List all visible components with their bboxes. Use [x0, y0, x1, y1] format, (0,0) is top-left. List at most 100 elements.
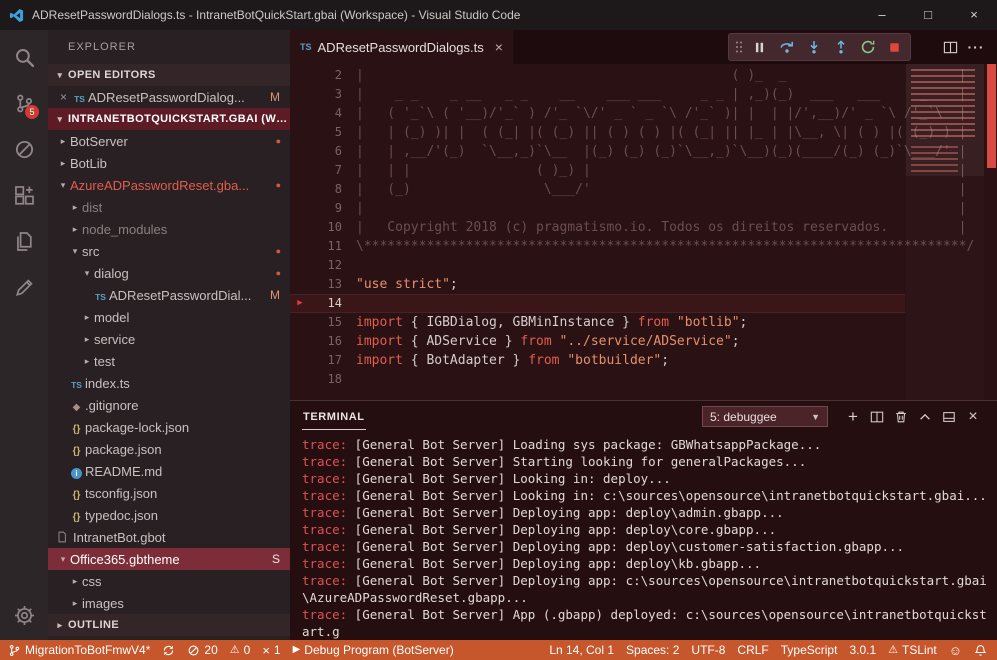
- split-terminal-button[interactable]: [865, 405, 889, 429]
- tree-item-index-ts[interactable]: TSindex.ts: [48, 372, 290, 394]
- breakpoint-margin[interactable]: [290, 256, 310, 275]
- status-errors[interactable]: 20: [181, 640, 223, 660]
- tree-item-typedoc-json[interactable]: {}typedoc.json: [48, 504, 290, 526]
- tree-item-intranetbot-gbot[interactable]: IntranetBot.gbot: [48, 526, 290, 548]
- stop-button[interactable]: [881, 34, 908, 60]
- tree-item-package-json[interactable]: {}package.json: [48, 438, 290, 460]
- minimap[interactable]: [906, 64, 984, 400]
- terminal-panel: TERMINAL 5: debuggee ▼ + × trace: [Genera…: [290, 400, 997, 640]
- tree-item-src[interactable]: ▾src●: [48, 240, 290, 262]
- editor-scrollbar[interactable]: [987, 64, 996, 168]
- tree-item-tsconfig-json[interactable]: {}tsconfig.json: [48, 482, 290, 504]
- breakpoint-margin[interactable]: [290, 218, 310, 237]
- tree-item-office365-gbtheme[interactable]: ▾Office365.gbthemeS: [48, 548, 290, 570]
- status-cursor-position[interactable]: Ln 14, Col 1: [543, 640, 620, 660]
- breakpoint-margin[interactable]: [290, 66, 310, 85]
- code-text: | | (_) )| | ( (_| |( (_) || ( ) ( ) |( …: [342, 123, 966, 142]
- code-editor[interactable]: 2| ( )_ _ |3| _ _ _ __ _ _ __ ___ ___ _ …: [290, 64, 997, 400]
- restart-button[interactable]: [854, 34, 881, 60]
- activity-item-debug[interactable]: [0, 126, 48, 172]
- breakpoint-margin[interactable]: [290, 161, 310, 180]
- tree-item-package-lock-json[interactable]: {}package-lock.json: [48, 416, 290, 438]
- breakpoint-margin[interactable]: [290, 104, 310, 123]
- status-version[interactable]: 3.0.1: [843, 640, 882, 660]
- breakpoint-margin[interactable]: [290, 142, 310, 161]
- breakpoint-margin[interactable]: [290, 123, 310, 142]
- maximize-panel-button[interactable]: [913, 405, 937, 429]
- trace-level-label: trace:: [302, 522, 347, 537]
- terminal-output[interactable]: trace: [General Bot Server] Loading sys …: [290, 432, 997, 640]
- activity-item-source-control[interactable]: 5: [0, 80, 48, 126]
- activity-item-extensions[interactable]: [0, 172, 48, 218]
- tree-item-readme-md[interactable]: iREADME.md: [48, 460, 290, 482]
- tree-item-gitignore[interactable]: ◆.gitignore: [48, 394, 290, 416]
- activity-item-settings-gear[interactable]: [0, 592, 48, 638]
- status-language-mode[interactable]: TypeScript: [775, 640, 844, 660]
- activity-item-files[interactable]: [0, 218, 48, 264]
- tree-item-images[interactable]: ▸images: [48, 592, 290, 614]
- code-text: | | ,__/'(_) `\__,_)`\__ |(_) (_) (_)`\_…: [342, 142, 966, 161]
- scm-change-badge: 5: [25, 105, 39, 119]
- status-eol[interactable]: CRLF: [731, 640, 774, 660]
- breakpoint-margin[interactable]: [290, 237, 310, 256]
- maximize-button[interactable]: □: [905, 0, 951, 30]
- tree-item-css[interactable]: ▸css: [48, 570, 290, 592]
- move-panel-button[interactable]: [937, 405, 961, 429]
- terminal-instance-selector[interactable]: 5: debuggee ▼: [702, 406, 828, 427]
- tree-item-service[interactable]: ▸service: [48, 328, 290, 350]
- status-indentation[interactable]: Spaces: 2: [620, 640, 685, 660]
- split-editor-button[interactable]: [937, 30, 963, 64]
- step-into-button[interactable]: [800, 34, 827, 60]
- tree-item-model[interactable]: ▸model: [48, 306, 290, 328]
- step-over-button[interactable]: [773, 34, 800, 60]
- close-window-button[interactable]: ×: [951, 0, 997, 30]
- code-line-9: 9| |: [290, 199, 905, 218]
- breakpoint-margin[interactable]: [290, 351, 310, 370]
- breakpoint-margin[interactable]: [290, 332, 310, 351]
- status-sync[interactable]: [156, 640, 181, 660]
- breakpoint-margin[interactable]: [290, 275, 310, 294]
- tree-item-node-modules[interactable]: ▸node_modules: [48, 218, 290, 240]
- outline-header[interactable]: ▸ OUTLINE: [48, 614, 290, 636]
- status-feedback[interactable]: ☺: [943, 640, 968, 660]
- activity-item-edit[interactable]: [0, 264, 48, 310]
- status-warnings[interactable]: ⚠0: [224, 640, 257, 660]
- breakpoint-margin[interactable]: [290, 313, 310, 332]
- breakpoint-margin[interactable]: [290, 85, 310, 104]
- status-encoding[interactable]: UTF-8: [685, 640, 731, 660]
- workspace-folder-header[interactable]: ▾ INTRANETBOTQUICKSTART.GBAI (WO...: [48, 108, 290, 130]
- more-actions-button[interactable]: ···: [963, 30, 989, 64]
- status-notifications[interactable]: [968, 640, 993, 660]
- status-tslint[interactable]: ⚠TSLint: [882, 640, 943, 660]
- tree-item-dialog[interactable]: ▾dialog●: [48, 262, 290, 284]
- close-tab-icon[interactable]: ×: [495, 39, 503, 55]
- open-editor-item[interactable]: ×TSADResetPasswordDialog...M: [48, 86, 290, 108]
- status-extension-count[interactable]: ×1: [256, 640, 286, 660]
- git-status-badge: M: [270, 288, 280, 302]
- tree-item-test[interactable]: ▸test: [48, 350, 290, 372]
- breakpoint-margin[interactable]: [290, 180, 310, 199]
- drag-grip-button[interactable]: [731, 34, 746, 60]
- close-panel-button[interactable]: ×: [961, 405, 985, 429]
- pause-button[interactable]: [746, 34, 773, 60]
- minimize-button[interactable]: –: [859, 0, 905, 30]
- activity-item-search[interactable]: [0, 34, 48, 80]
- close-editor-icon[interactable]: ×: [56, 90, 71, 104]
- kill-terminal-button[interactable]: [889, 405, 913, 429]
- step-out-button[interactable]: [827, 34, 854, 60]
- tab-adresetpassworddialogs-ts[interactable]: TS ADResetPasswordDialogs.ts ×: [290, 30, 513, 64]
- tree-item-adresetpassworddial[interactable]: TSADResetPasswordDial...M: [48, 284, 290, 306]
- new-terminal-button[interactable]: +: [841, 405, 865, 429]
- status-git-branch[interactable]: MigrationToBotFmwV4*: [2, 640, 156, 660]
- debug-current-line-icon[interactable]: ▶: [290, 294, 310, 313]
- tree-item-dist[interactable]: ▸dist: [48, 196, 290, 218]
- tree-item-botlib[interactable]: ▸BotLib: [48, 152, 290, 174]
- breakpoint-margin[interactable]: [290, 370, 310, 389]
- line-number: 18: [310, 370, 342, 389]
- open-editors-header[interactable]: ▾ OPEN EDITORS: [48, 64, 290, 86]
- tree-item-botserver[interactable]: ▸BotServer●: [48, 130, 290, 152]
- terminal-tab[interactable]: TERMINAL: [302, 404, 366, 430]
- status-debug-target[interactable]: ▶Debug Program (BotServer): [287, 640, 460, 660]
- tree-item-azureadpasswordreset-gba[interactable]: ▾AzureADPasswordReset.gba...●: [48, 174, 290, 196]
- breakpoint-margin[interactable]: [290, 199, 310, 218]
